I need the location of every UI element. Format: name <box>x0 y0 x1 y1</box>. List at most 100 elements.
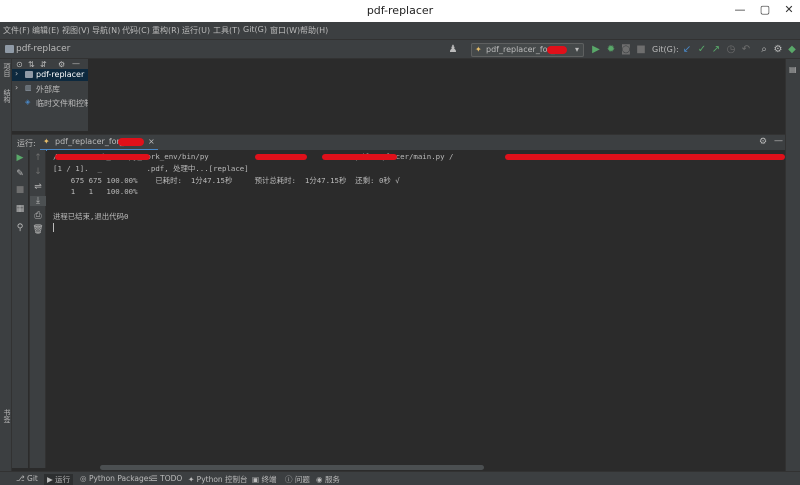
run-panel-label: 运行: <box>17 139 36 148</box>
run-toolbar-secondary: ↑ ↓ ⇌ ⤓ ⎙ 🗑 <box>29 150 46 468</box>
gear-icon[interactable]: ⚙ <box>772 44 784 55</box>
tree-item-label: pdf-replacer <box>36 70 85 79</box>
expand-all-icon[interactable]: ⇅ <box>28 60 35 69</box>
search-icon[interactable]: ⌕ <box>758 44 770 55</box>
project-panel: ⊙ ⇅ ⇵ ⚙ — › pdf-replacer › ▥ 外部库 ◈ 临时文件和… <box>12 59 88 131</box>
tree-item-label: 临时文件和控制台 <box>36 99 88 108</box>
pin-icon[interactable]: ⚲ <box>12 223 28 233</box>
tool-label: 服务 <box>324 475 340 484</box>
debug-icon[interactable]: ✹ <box>605 44 617 55</box>
library-icon: ▥ <box>25 84 32 92</box>
trash-icon[interactable]: 🗑 <box>30 225 46 235</box>
maximize-button[interactable]: ▢ <box>758 3 772 17</box>
print-icon[interactable]: ⎙ <box>30 211 46 221</box>
tool-todo[interactable]: ☰ TODO <box>151 474 182 483</box>
run-config-select[interactable]: ✦ pdf_replacer_for_ ▾ <box>471 43 584 57</box>
menu-edit[interactable]: 编辑(E) <box>32 25 59 36</box>
python-icon: ✦ <box>43 137 50 146</box>
horizontal-scrollbar[interactable] <box>100 465 484 470</box>
wrench-icon[interactable]: ✎ <box>12 169 28 179</box>
menu-git[interactable]: Git(G) <box>243 25 267 34</box>
arrow-up-icon[interactable]: ↑ <box>30 153 46 163</box>
user-icon[interactable]: ♟ <box>447 44 459 55</box>
run-toolbar-primary: ▶ ✎ ■ ▦ ⚲ <box>12 150 28 468</box>
text-caret <box>53 223 54 232</box>
bookmarks-tool-tab[interactable]: 书签 <box>2 409 12 423</box>
run-icon[interactable]: ▶ <box>590 44 602 55</box>
hide-icon[interactable]: — <box>72 59 80 68</box>
tool-label: Python 控制台 <box>196 475 248 484</box>
tree-item-project-root[interactable]: › pdf-replacer <box>12 69 88 81</box>
git-push-icon[interactable]: ↗ <box>710 44 722 55</box>
layout-icon[interactable]: ▦ <box>12 204 28 214</box>
console-line: 进程已结束,退出代码0 <box>53 212 129 221</box>
tool-python-console[interactable]: ✦ Python 控制台 <box>188 474 248 485</box>
scroll-to-end-icon[interactable]: ⤓ <box>30 196 46 206</box>
menu-file[interactable]: 文件(F) <box>3 25 30 36</box>
python-icon: ✦ <box>188 475 197 484</box>
close-button[interactable]: ✕ <box>782 3 796 17</box>
tree-item-scratches[interactable]: ◈ 临时文件和控制台 <box>12 97 88 109</box>
tool-python-packages[interactable]: ◎ Python Packages <box>80 474 152 483</box>
editor-area[interactable] <box>88 59 785 131</box>
tool-git[interactable]: ⎇ Git <box>16 474 38 483</box>
rerun-icon[interactable]: ▶ <box>12 153 28 163</box>
select-opened-file-icon[interactable]: ⊙ <box>16 60 23 69</box>
menu-run[interactable]: 运行(U) <box>182 25 210 36</box>
gear-icon[interactable]: ⚙ <box>58 60 65 69</box>
tool-label: Python Packages <box>88 474 153 483</box>
left-tool-stripe: 项目 结构 书签 <box>0 59 12 471</box>
window-titlebar: pdf-replacer — ▢ ✕ <box>0 0 800 22</box>
redaction-mark <box>55 154 150 160</box>
menu-tools[interactable]: 工具(T) <box>213 25 240 36</box>
menu-help[interactable]: 帮助(H) <box>300 25 328 36</box>
collapse-all-icon[interactable]: ⇵ <box>40 60 47 69</box>
menu-refactor[interactable]: 重构(R) <box>152 25 180 36</box>
run-tab-label: pdf_replacer_for_ <box>55 137 124 146</box>
tool-label: 终端 <box>261 475 277 484</box>
structure-tool-tab[interactable]: 结构 <box>2 89 12 103</box>
stop-icon[interactable]: ■ <box>12 185 28 195</box>
minimize-button[interactable]: — <box>733 3 747 17</box>
python-icon: ✦ <box>475 45 482 54</box>
hide-icon[interactable]: — <box>774 136 783 146</box>
tool-terminal[interactable]: ▣ 终端 <box>252 474 276 485</box>
soft-wrap-icon[interactable]: ⇌ <box>30 182 46 192</box>
plugin-icon[interactable]: ◆ <box>786 44 798 55</box>
tool-services[interactable]: ◉ 服务 <box>316 474 340 485</box>
notifications-icon[interactable]: ▤ <box>789 65 797 74</box>
project-tool-tab[interactable]: 项目 <box>2 63 12 77</box>
window-title: pdf-replacer <box>366 4 434 17</box>
coverage-icon[interactable]: ◙ <box>620 44 632 55</box>
tree-item-label: 外部库 <box>36 85 60 94</box>
git-branch-icon: ⎇ <box>16 474 28 483</box>
chevron-down-icon: ▾ <box>574 45 579 54</box>
run-console[interactable]: / k_env/py_work_env/bin/py a/ er/pdf-rep… <box>47 150 785 468</box>
redaction-mark <box>505 154 785 160</box>
git-commit-icon[interactable]: ✓ <box>696 44 708 55</box>
history-icon[interactable]: ◷ <box>725 44 737 55</box>
redaction-mark <box>322 154 397 160</box>
tree-item-external-libraries[interactable]: › ▥ 外部库 <box>12 83 88 95</box>
breadcrumb[interactable]: pdf-replacer <box>16 44 70 54</box>
scratch-icon: ◈ <box>25 98 31 106</box>
close-tab-icon[interactable]: × <box>148 135 155 149</box>
redaction-mark <box>255 154 307 160</box>
stop-icon[interactable]: ■ <box>635 44 647 55</box>
menu-code[interactable]: 代码(C) <box>122 25 150 36</box>
tool-label: Git <box>27 474 38 483</box>
tool-run[interactable]: ▶ 运行 <box>44 474 74 485</box>
rollback-icon[interactable]: ↶ <box>740 44 752 55</box>
tool-problems[interactable]: ⓘ 问题 <box>285 474 310 485</box>
run-tab[interactable]: ✦ pdf_replacer_for_ × <box>40 135 158 151</box>
run-icon: ▶ <box>47 475 56 484</box>
gear-icon[interactable]: ⚙ <box>759 137 767 147</box>
git-update-icon[interactable]: ↙ <box>681 44 693 55</box>
menu-window[interactable]: 窗口(W) <box>270 25 300 36</box>
menu-view[interactable]: 视图(V) <box>62 25 90 36</box>
tool-label: 运行 <box>55 475 71 484</box>
menu-navigate[interactable]: 导航(N) <box>92 25 120 36</box>
redaction-mark <box>118 138 144 146</box>
git-label: Git(G): <box>652 45 679 54</box>
arrow-down-icon[interactable]: ↓ <box>30 167 46 177</box>
